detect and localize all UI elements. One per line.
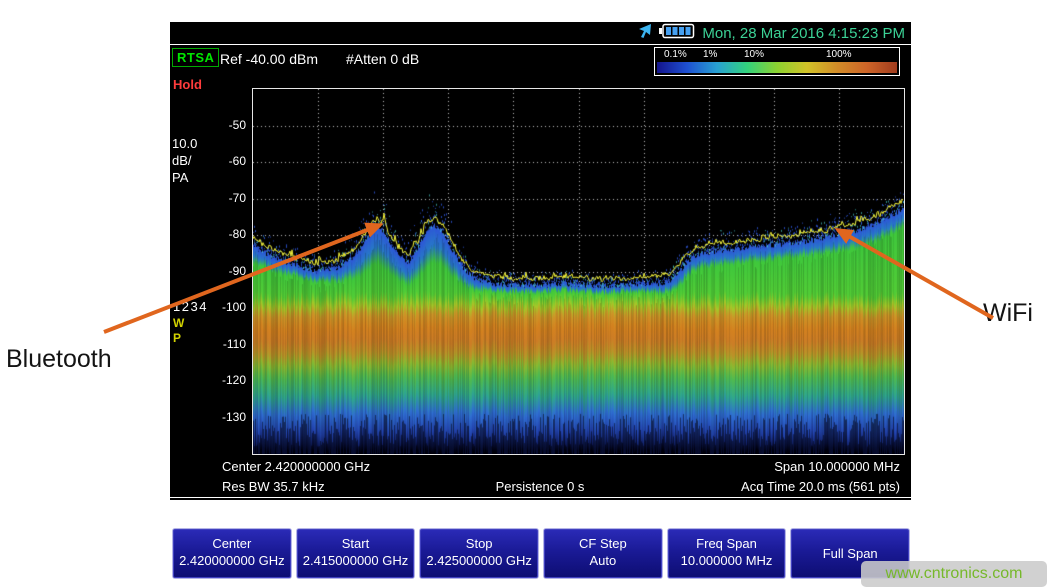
legend-percent-label: 100% bbox=[826, 49, 852, 60]
softkey-row: Center 2.420000000 GHz Start 2.415000000… bbox=[172, 528, 910, 579]
trace-numbers: 1234 bbox=[173, 299, 208, 314]
softkey-value: 2.415000000 GHz bbox=[303, 553, 409, 569]
softkey-freq-span[interactable]: Freq Span 10.000000 MHz bbox=[667, 528, 787, 579]
softkey-label: Start bbox=[342, 536, 369, 551]
footer-res-bw: Res BW 35.7 kHz bbox=[222, 479, 325, 494]
page: Mon, 28 Mar 2016 4:15:23 PM Ref -40.00 d… bbox=[0, 0, 1047, 587]
wifi-annotation: WiFi bbox=[983, 299, 1033, 328]
legend-percent-label: 0.1% bbox=[664, 49, 687, 60]
y-axis-label: -60 bbox=[198, 154, 246, 168]
bluetooth-annotation: Bluetooth bbox=[6, 345, 112, 374]
softkey-center[interactable]: Center 2.420000000 GHz bbox=[172, 528, 292, 579]
sweep-hold-label: Hold bbox=[173, 77, 202, 92]
footer-center-freq: Center 2.420000000 GHz bbox=[222, 459, 370, 474]
softkey-value: 2.425000000 GHz bbox=[426, 553, 532, 569]
footer-acq-time: Acq Time 20.0 ms (561 pts) bbox=[741, 479, 900, 494]
softkey-value: 2.420000000 GHz bbox=[179, 553, 285, 569]
y-axis-label: -130 bbox=[198, 410, 246, 424]
spectrum-canvas bbox=[253, 89, 904, 454]
scale-per-div-unit: dB/ bbox=[172, 153, 192, 168]
y-axis-label: -80 bbox=[198, 227, 246, 241]
touch-pointer-icon bbox=[636, 23, 652, 44]
trace-flag-w: W bbox=[173, 316, 184, 330]
mode-badge-rtsa: RTSA bbox=[172, 48, 219, 67]
density-color-legend: 0.1% 1% 10% 100% bbox=[654, 47, 900, 76]
softkey-stop[interactable]: Stop 2.425000000 GHz bbox=[419, 528, 539, 579]
scale-per-div-value: 10.0 bbox=[172, 136, 197, 151]
legend-percent-label: 10% bbox=[744, 49, 764, 60]
watermark: www.cntronics.com bbox=[861, 561, 1047, 587]
y-axis-label: -50 bbox=[198, 118, 246, 132]
y-axis-label: -110 bbox=[198, 337, 246, 351]
instrument-screen: Mon, 28 Mar 2016 4:15:23 PM Ref -40.00 d… bbox=[170, 22, 911, 500]
screen-bottom-divider bbox=[170, 497, 911, 498]
attenuation-label: #Atten 0 dB bbox=[346, 51, 419, 67]
spectrum-graticule bbox=[252, 88, 905, 455]
softkey-label: CF Step bbox=[579, 536, 627, 551]
y-axis-label: -70 bbox=[198, 191, 246, 205]
ref-level-label: Ref -40.00 dBm bbox=[220, 51, 318, 67]
footer-persistence: Persistence 0 s bbox=[455, 479, 625, 494]
battery-icon bbox=[659, 23, 695, 44]
status-bar: Mon, 28 Mar 2016 4:15:23 PM bbox=[170, 22, 911, 45]
preamp-label: PA bbox=[172, 170, 188, 185]
softkey-label: Stop bbox=[466, 536, 493, 551]
legend-percent-label: 1% bbox=[703, 49, 717, 60]
clock-datetime: Mon, 28 Mar 2016 4:15:23 PM bbox=[702, 25, 905, 42]
softkey-label: Center bbox=[212, 536, 251, 551]
footer-span: Span 10.000000 MHz bbox=[774, 459, 900, 474]
softkey-label: Freq Span bbox=[696, 536, 757, 551]
softkey-cf-step[interactable]: CF Step Auto bbox=[543, 528, 663, 579]
softkey-value: 10.000000 MHz bbox=[681, 553, 773, 569]
softkey-value: Auto bbox=[589, 553, 616, 569]
softkey-start[interactable]: Start 2.415000000 GHz bbox=[296, 528, 416, 579]
legend-gradient-bar bbox=[657, 62, 897, 73]
trace-flag-p: P bbox=[173, 331, 181, 345]
y-axis-label: -120 bbox=[198, 373, 246, 387]
softkey-label: Full Span bbox=[823, 546, 878, 561]
legend-percent-labels: 0.1% 1% 10% 100% bbox=[655, 48, 899, 61]
y-axis-label: -90 bbox=[198, 264, 246, 278]
